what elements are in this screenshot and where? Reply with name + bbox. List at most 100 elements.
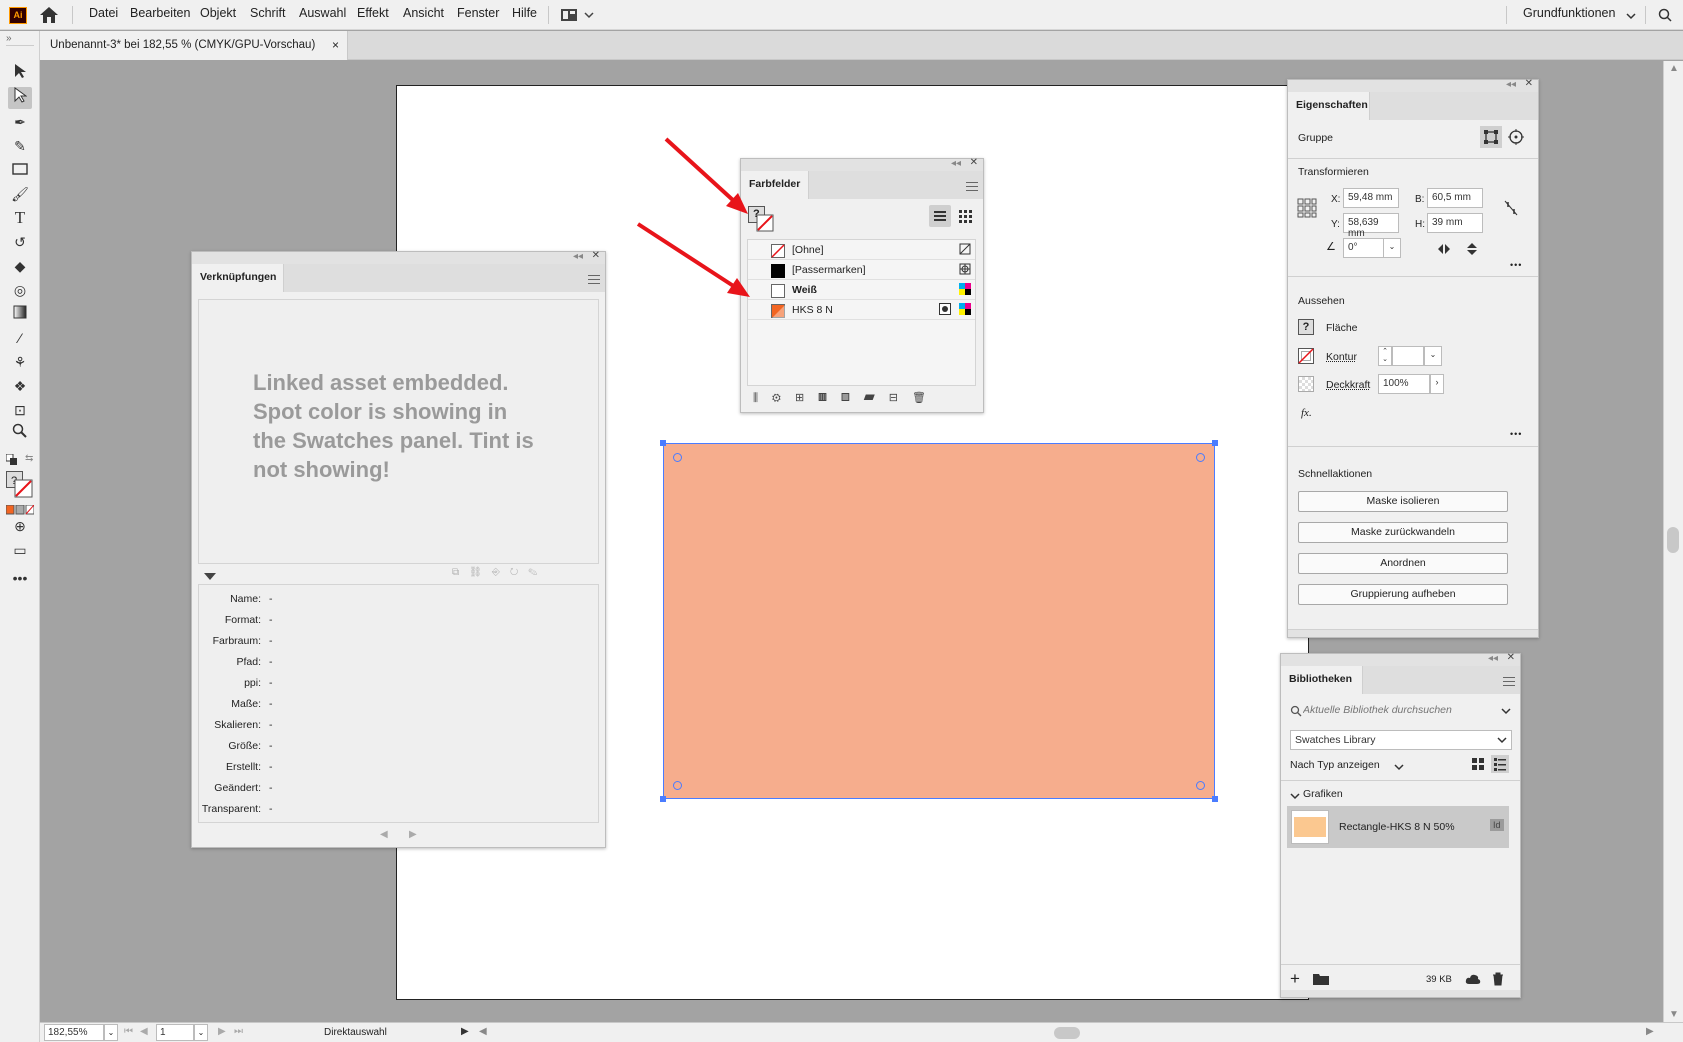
search-icon[interactable] <box>1658 8 1674 25</box>
x-field[interactable]: 59,48 mm <box>1343 188 1399 208</box>
panel-title-bar[interactable]: ◂◂ ✕ <box>1281 652 1520 666</box>
isolate-mask-button[interactable]: Maske isolieren <box>1298 491 1508 512</box>
release-mask-button[interactable]: Maske zurückwandeln <box>1298 522 1508 543</box>
menu-datei[interactable]: Datei <box>89 6 118 20</box>
blend-tool-icon[interactable]: ⚘ <box>8 351 32 373</box>
ungroup-button[interactable]: Gruppierung aufheben <box>1298 584 1508 605</box>
show-info-toggle-icon[interactable] <box>204 572 216 584</box>
collapse-panel-icon[interactable]: ◂◂ <box>951 158 961 169</box>
corner-widget[interactable] <box>1196 781 1205 790</box>
fx-icon[interactable]: fx. <box>1301 407 1312 419</box>
grid-view-icon[interactable] <box>1470 756 1486 775</box>
stroke-label[interactable]: Kontur <box>1326 351 1357 363</box>
stroke-weight-stepper[interactable]: ⌃ ⌄ <box>1378 346 1392 366</box>
fill-swatch[interactable]: ? <box>1298 319 1314 335</box>
selection-handle[interactable] <box>660 440 666 446</box>
arrange-documents-icon[interactable] <box>561 8 595 25</box>
opacity-label[interactable]: Deckkraft <box>1326 379 1370 391</box>
panel-menu-icon[interactable] <box>588 275 600 284</box>
type-tool-icon[interactable]: T <box>8 207 32 229</box>
panel-title-bar[interactable]: ◂◂ ✕ <box>1288 78 1538 92</box>
close-panel-icon[interactable]: ✕ <box>1525 78 1533 89</box>
curvature-tool-icon[interactable]: ✎ <box>8 135 32 157</box>
transform-object-icon[interactable] <box>1480 126 1502 148</box>
selection-handle[interactable] <box>660 796 666 802</box>
collapse-toolbar-icon[interactable]: » <box>6 33 12 44</box>
workspace-switcher[interactable]: Grundfunktionen <box>1523 6 1615 20</box>
list-item[interactable]: Weiß <box>748 280 975 300</box>
document-tab[interactable]: Unbenannt-3* bei 182,55 % (CMYK/GPU-Vors… <box>40 31 348 60</box>
selection-handle[interactable] <box>1212 440 1218 446</box>
menu-fenster[interactable]: Fenster <box>457 6 499 20</box>
arrange-button[interactable]: Anordnen <box>1298 553 1508 574</box>
corner-widget[interactable] <box>673 781 682 790</box>
last-artboard-icon[interactable]: ⏭ <box>234 1026 243 1037</box>
width-field[interactable]: 60,5 mm <box>1427 188 1483 208</box>
rectangle-tool-icon[interactable] <box>8 159 32 181</box>
height-field[interactable]: 39 mm <box>1427 213 1483 233</box>
panel-title-bar[interactable]: ◂◂ ✕ <box>741 157 983 171</box>
scroll-down-icon[interactable]: ▼ <box>1669 1009 1679 1020</box>
vertical-scrollbar[interactable]: ▲ ▼ <box>1663 61 1683 1022</box>
stroke-swatch[interactable] <box>1298 348 1314 367</box>
library-item[interactable]: Rectangle-HKS 8 N 50% Id <box>1287 806 1509 848</box>
list-item[interactable]: HKS 8 N <box>748 300 975 320</box>
tab-links[interactable]: Verknüpfungen <box>192 264 284 292</box>
artboard-tool-icon[interactable]: ⊡ <box>8 399 32 421</box>
cloud-icon[interactable] <box>1465 973 1481 988</box>
prev-link-icon[interactable]: ◀ <box>380 829 388 840</box>
panel-resize-handle[interactable] <box>1288 629 1538 637</box>
next-link-icon[interactable]: ▶ <box>409 829 417 840</box>
rotate-tool-icon[interactable]: ↺ <box>8 231 32 253</box>
list-view-icon[interactable] <box>1491 755 1509 773</box>
symbol-sprayer-tool-icon[interactable]: ❖ <box>8 375 32 397</box>
eraser-tool-icon[interactable]: ◆ <box>8 255 32 277</box>
puppet-warp-tool-icon[interactable]: ◎ <box>8 279 32 301</box>
pen-tool-icon[interactable]: ✒ <box>8 111 32 133</box>
hks-rectangle[interactable] <box>663 443 1215 799</box>
menu-ansicht[interactable]: Ansicht <box>403 6 444 20</box>
angle-field[interactable]: 0° <box>1343 238 1383 258</box>
default-colors-icon[interactable] <box>5 453 18 469</box>
link-actions-icons[interactable]: ⧉⛓⎆↻✎ <box>452 567 547 578</box>
constrain-proportions-icon[interactable] <box>1504 200 1518 219</box>
selection-tool-icon[interactable] <box>8 63 32 85</box>
stroke-weight-dropdown[interactable]: ⌄ <box>1424 346 1442 366</box>
close-panel-icon[interactable]: ✕ <box>592 250 600 261</box>
grid-view-icon[interactable] <box>954 205 976 227</box>
next-artboard-icon[interactable]: ▶ <box>218 1026 226 1037</box>
more-options-icon[interactable]: ••• <box>1510 429 1522 439</box>
opacity-flyout[interactable]: › <box>1430 374 1444 394</box>
corner-widget[interactable] <box>673 453 682 462</box>
zoom-tool-icon[interactable] <box>8 423 32 445</box>
horizontal-scroll-thumb[interactable] <box>1054 1027 1080 1039</box>
more-options-icon[interactable]: ••• <box>1510 260 1522 270</box>
opacity-field[interactable]: 100% <box>1378 374 1430 394</box>
angle-dropdown[interactable]: ⌄ <box>1383 238 1401 258</box>
stroke-weight-field[interactable] <box>1392 346 1424 366</box>
eyedropper-tool-icon[interactable]: ⁄ <box>8 327 32 349</box>
artboard-number-field[interactable]: 1 <box>156 1024 194 1041</box>
close-panel-icon[interactable]: ✕ <box>1507 652 1515 663</box>
close-tab-icon[interactable]: × <box>332 38 339 52</box>
library-selector[interactable]: Swatches Library <box>1290 730 1512 750</box>
draw-mode-icon[interactable]: ⊕ <box>8 515 32 537</box>
scroll-up-icon[interactable]: ▲ <box>1669 63 1679 74</box>
panel-menu-icon[interactable] <box>1503 677 1515 686</box>
view-by-dropdown[interactable]: Nach Typ anzeigen <box>1290 759 1380 771</box>
flip-horizontal-icon[interactable] <box>1437 243 1451 258</box>
library-search-input[interactable] <box>1303 700 1493 720</box>
list-view-icon[interactable] <box>929 205 951 227</box>
collapse-panel-icon[interactable]: ◂◂ <box>1488 653 1498 664</box>
chevron-down-icon[interactable] <box>1290 791 1300 803</box>
menu-objekt[interactable]: Objekt <box>200 6 236 20</box>
scroll-left-icon[interactable]: ◀ <box>479 1026 487 1037</box>
panel-menu-icon[interactable] <box>966 182 978 191</box>
add-element-icon[interactable]: + <box>1290 970 1300 987</box>
prev-artboard-icon[interactable]: ◀ <box>140 1026 148 1037</box>
gradient-tool-icon[interactable] <box>8 303 32 325</box>
reference-point-icon[interactable] <box>1297 198 1317 221</box>
home-icon[interactable] <box>38 6 60 24</box>
fill-stroke-indicator[interactable]: ? <box>6 471 34 499</box>
list-item[interactable]: [Ohne] <box>748 240 975 260</box>
